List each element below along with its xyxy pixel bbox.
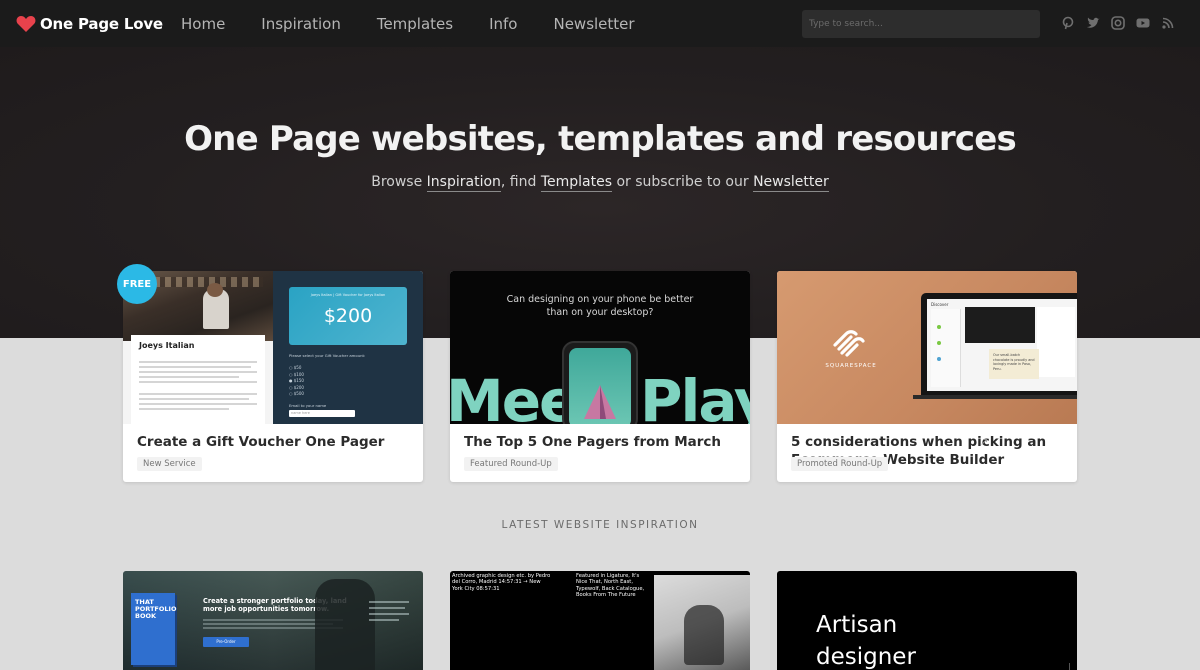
nav-newsletter[interactable]: Newsletter — [553, 14, 634, 34]
heart-icon — [16, 16, 36, 32]
featured-card-ecommerce[interactable]: SQUARESPACE Discover Our small-batch cho… — [777, 271, 1077, 482]
hero-link-inspiration[interactable]: Inspiration — [426, 174, 501, 192]
external-link-icon: ↗ — [980, 437, 989, 448]
hero-sub-browse: Browse — [371, 174, 423, 190]
top-navbar: One Page Love Home Inspiration Templates… — [0, 0, 1200, 47]
thumb-question: Can designing on your phone be better th… — [506, 294, 694, 318]
twitter-icon[interactable] — [1085, 15, 1101, 31]
inspiration-heading: Artisan designer — [816, 612, 916, 670]
inspiration-item-pedro-del-corro[interactable]: Archived graphic design etc. by Pedro de… — [450, 571, 750, 670]
inspiration-item-portfolio-book[interactable]: THAT PORTFOLIO BOOK Create a stronger po… — [123, 571, 423, 670]
book-cover: THAT PORTFOLIO BOOK — [131, 593, 177, 665]
hero-link-templates[interactable]: Templates — [540, 174, 613, 192]
voucher-site-right: Joeys Italian | Gift Voucher for Joeys I… — [273, 271, 423, 424]
card-thumbnail: Can designing on your phone be better th… — [450, 271, 750, 424]
youtube-icon[interactable] — [1135, 15, 1151, 31]
squarespace-logo-icon — [833, 330, 865, 357]
card-thumbnail: Joeys Italian Joeys Italian | Gift Vouch… — [123, 271, 423, 424]
nav-inspiration[interactable]: Inspiration — [261, 14, 341, 34]
hero-title: One Page websites, templates and resourc… — [184, 119, 1017, 159]
inspiration-photo — [654, 575, 750, 670]
social-links — [1060, 15, 1185, 31]
card-tag[interactable]: New Service — [137, 457, 202, 471]
search-input[interactable] — [802, 10, 1040, 38]
card-title[interactable]: Create a Gift Voucher One Pager — [137, 433, 417, 451]
featured-card-gift-voucher[interactable]: Joeys Italian Joeys Italian | Gift Vouch… — [123, 271, 423, 482]
phone-mockup — [562, 341, 638, 424]
inspiration-text-left: Archived graphic design etc. by Pedro de… — [452, 573, 551, 592]
card-tag[interactable]: Featured Round-Up — [464, 457, 558, 471]
instagram-icon[interactable] — [1110, 15, 1126, 31]
laptop-mockup: Discover Our small-batch chocolate is pr… — [921, 293, 1077, 395]
logo[interactable]: One Page Love — [16, 14, 163, 34]
card-thumbnail: SQUARESPACE Discover Our small-batch cho… — [777, 271, 1077, 424]
section-heading-latest: LATEST WEBSITE INSPIRATION — [501, 519, 699, 531]
hero-sub-or: or subscribe to our — [616, 174, 749, 190]
pinterest-icon[interactable] — [1060, 15, 1076, 31]
hero-sub-find: , find — [500, 174, 537, 190]
nav-info[interactable]: Info — [489, 14, 517, 34]
brand-name: One Page Love — [40, 15, 163, 33]
voucher-card: Joeys Italian | Gift Voucher for Joeys I… — [289, 287, 407, 345]
inspiration-text-right: Featured in Ligature, It's Nice That, No… — [576, 573, 645, 599]
hero-subtitle: Browse Inspiration, find Templates or su… — [0, 174, 1200, 192]
squarespace-wordmark: SQUARESPACE — [825, 363, 877, 369]
voucher-amount: $200 — [323, 305, 373, 327]
card-title[interactable]: The Top 5 One Pagers from March — [464, 433, 744, 451]
card-tag[interactable]: Promoted Round-Up — [791, 457, 889, 471]
main-menu: Home Inspiration Templates Info Newslett… — [181, 14, 671, 34]
inspiration-item-artisan-designer[interactable]: Artisan designer — [777, 571, 1077, 670]
preorder-button: Pre-Order — [203, 637, 249, 647]
hero-link-newsletter[interactable]: Newsletter — [753, 174, 829, 192]
featured-card-top5-march[interactable]: Can designing on your phone be better th… — [450, 271, 750, 482]
nav-templates[interactable]: Templates — [377, 14, 453, 34]
voucher-options: ○ $50 ○ $100 ● $150 ○ $200 ○ $500 — [289, 365, 304, 396]
free-badge: FREE — [117, 264, 157, 304]
restaurant-name: Joeys Italian — [139, 341, 195, 350]
nav-home[interactable]: Home — [181, 14, 225, 34]
rss-icon[interactable] — [1160, 15, 1176, 31]
